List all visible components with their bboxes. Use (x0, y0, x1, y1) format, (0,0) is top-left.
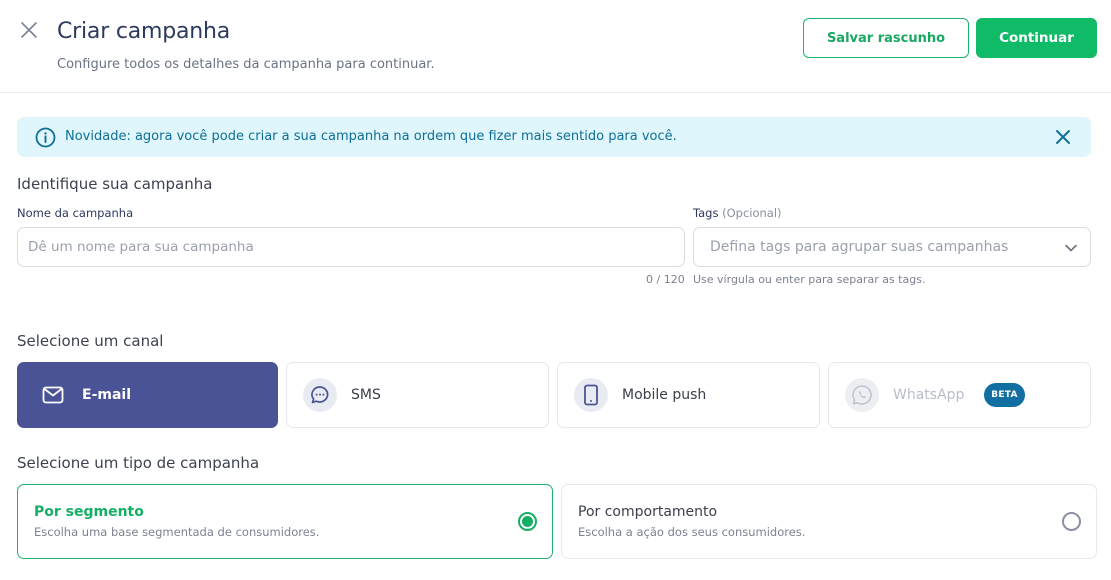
page-title: Criar campanha (57, 19, 231, 44)
info-banner: Novidade: agora você pode criar a sua ca… (17, 117, 1091, 157)
channel-label: WhatsApp (893, 387, 965, 403)
smartphone-icon (584, 384, 598, 406)
identify-section-title: Identifique sua campanha (17, 175, 213, 193)
campaign-name-input[interactable] (17, 227, 685, 267)
tags-label: Tags (Opcional) (693, 206, 782, 220)
channel-option-sms[interactable]: SMS (286, 362, 549, 428)
chevron-down-icon (1065, 244, 1077, 252)
mail-icon (42, 386, 64, 404)
tags-optional-text: (Opcional) (722, 206, 782, 220)
channel-label: E-mail (82, 387, 132, 403)
channel-section-title: Selecione um canal (17, 332, 164, 350)
tags-placeholder: Defina tags para agrupar suas campanhas (710, 239, 1009, 255)
radio-unselected[interactable] (1062, 512, 1081, 531)
tags-label-text: Tags (693, 206, 719, 220)
beta-badge: BETA (984, 383, 1025, 407)
close-icon[interactable] (20, 21, 38, 39)
mobile-icon-wrap (574, 378, 608, 412)
whatsapp-icon-wrap (845, 378, 879, 412)
tags-select[interactable]: Defina tags para agrupar suas campanhas (693, 227, 1091, 267)
chat-bubble-icon (311, 386, 329, 404)
type-title: Por segmento (34, 504, 144, 520)
email-icon-wrap (36, 378, 70, 412)
campaign-name-label: Nome da campanha (17, 206, 134, 220)
continue-button[interactable]: Continuar (976, 18, 1097, 58)
channel-label: Mobile push (622, 387, 707, 403)
type-description: Escolha uma base segmentada de consumido… (34, 525, 320, 539)
page-subtitle: Configure todos os detalhes da campanha … (57, 57, 435, 72)
type-description: Escolha a ação dos seus consumidores. (578, 525, 806, 539)
info-icon (35, 127, 56, 148)
name-char-counter: 0 / 120 (646, 273, 685, 286)
channel-option-email[interactable]: E-mail (17, 362, 278, 428)
type-option-behavior[interactable]: Por comportamento Escolha a ação dos seu… (561, 484, 1097, 559)
channel-option-mobile-push[interactable]: Mobile push (557, 362, 820, 428)
tags-hint: Use vírgula ou enter para separar as tag… (693, 273, 926, 286)
channel-label: SMS (351, 387, 381, 403)
whatsapp-icon (852, 385, 872, 405)
banner-text: Novidade: agora você pode criar a sua ca… (65, 129, 677, 144)
channel-option-whatsapp[interactable]: WhatsApp BETA (828, 362, 1091, 428)
radio-selected[interactable] (518, 512, 537, 531)
banner-close-icon[interactable] (1054, 128, 1072, 146)
sms-icon-wrap (303, 378, 337, 412)
type-title: Por comportamento (578, 504, 718, 520)
save-draft-button[interactable]: Salvar rascunho (803, 18, 969, 58)
type-option-segment[interactable]: Por segmento Escolha uma base segmentada… (17, 484, 553, 559)
page-header: Criar campanha Configure todos os detalh… (0, 0, 1111, 93)
campaign-type-section-title: Selecione um tipo de campanha (17, 454, 260, 472)
